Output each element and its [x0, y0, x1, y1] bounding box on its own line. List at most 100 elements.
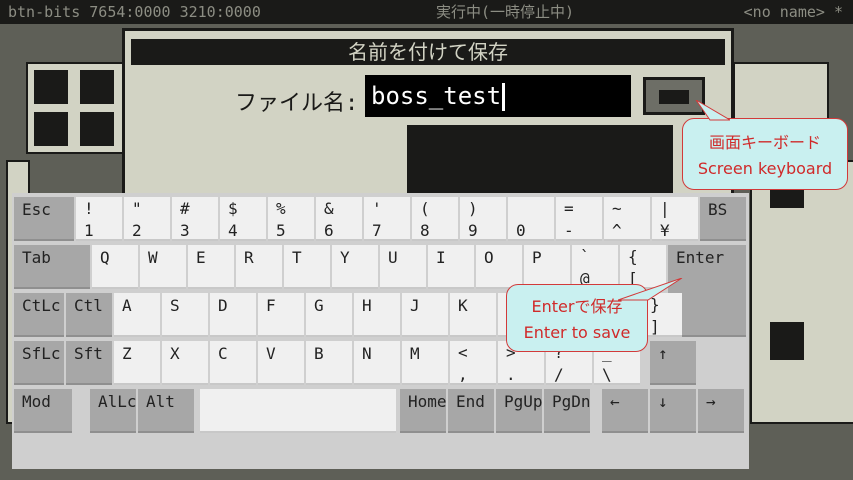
key-label: Enter — [676, 248, 725, 267]
key-pgdn[interactable]: PgDn — [544, 389, 591, 433]
key-0[interactable]: 0 — [508, 197, 554, 241]
key-label: ↑ — [658, 344, 668, 363]
save-icon[interactable] — [770, 322, 804, 360]
key-z[interactable]: Z — [114, 341, 160, 385]
key-h[interactable]: H — [354, 293, 400, 337]
key--[interactable]: ← — [602, 389, 648, 433]
key-w[interactable]: W — [140, 245, 186, 289]
key-m[interactable]: M — [402, 341, 448, 385]
key-s[interactable]: S — [162, 293, 208, 337]
key-c[interactable]: C — [210, 341, 256, 385]
key-label: C — [218, 344, 228, 363]
key-x[interactable]: X — [162, 341, 208, 385]
key-pgup[interactable]: PgUp — [496, 389, 543, 433]
key-label: Tab — [22, 248, 51, 267]
key-i[interactable]: I — [428, 245, 474, 289]
key-g[interactable]: G — [306, 293, 352, 337]
key-v[interactable]: V — [258, 341, 304, 385]
key-space[interactable] — [200, 389, 396, 433]
key-label: / — [554, 365, 564, 384]
key-tab[interactable]: Tab — [14, 245, 90, 289]
key-label: 5 — [276, 221, 286, 240]
key-b[interactable]: B — [306, 341, 352, 385]
key-shift-label: | — [660, 199, 670, 218]
key-label: X — [170, 344, 180, 363]
key-label: 6 — [324, 221, 334, 240]
list-icon[interactable] — [34, 112, 68, 146]
key--[interactable]: $4 — [220, 197, 266, 241]
key-label: SfLc — [22, 344, 61, 363]
key-shift-label: $ — [228, 199, 238, 218]
key-label: V — [266, 344, 276, 363]
key-label: → — [706, 392, 716, 411]
key--[interactable]: ) 9 — [460, 197, 506, 241]
key-label: Ctl — [74, 296, 103, 315]
key-k[interactable]: K — [450, 293, 496, 337]
key-n[interactable]: N — [354, 341, 400, 385]
key-j[interactable]: J — [402, 293, 448, 337]
key--[interactable]: " 2 — [124, 197, 170, 241]
key-ctlc[interactable]: CtLc — [14, 293, 64, 337]
key-f[interactable]: F — [258, 293, 304, 337]
key--[interactable]: % 5 — [268, 197, 314, 241]
key--[interactable]: ! 1 — [76, 197, 122, 241]
key-esc[interactable]: Esc — [14, 197, 74, 241]
key-t[interactable]: T — [284, 245, 330, 289]
key-u[interactable]: U — [380, 245, 426, 289]
key-q[interactable]: Q — [92, 245, 138, 289]
key--[interactable]: (8 — [412, 197, 458, 241]
tooltip-screen-keyboard-ja: 画面キーボード — [708, 133, 821, 152]
key--[interactable]: <, — [450, 341, 496, 385]
key-shift-label: % — [276, 199, 286, 218]
key--[interactable]: → — [698, 389, 744, 433]
key-shift-label: ' — [372, 199, 382, 218]
key-mod[interactable]: Mod — [14, 389, 72, 433]
key-label: End — [456, 392, 485, 411]
key-label: W — [148, 248, 158, 267]
key--[interactable]: = - — [556, 197, 602, 241]
key--[interactable]: ' 7 — [364, 197, 410, 241]
key--[interactable]: ~ ^ — [604, 197, 650, 241]
key-label: B — [314, 344, 324, 363]
key--[interactable]: & 6 — [316, 197, 362, 241]
key-label: Q — [100, 248, 110, 267]
key-alt[interactable]: Alt — [138, 389, 194, 433]
key-label: Mod — [22, 392, 51, 411]
key-label: Alt — [146, 392, 175, 411]
key-label: 2 — [132, 221, 142, 240]
key--[interactable]: #3 — [172, 197, 218, 241]
save-dialog: 名前を付けて保存 ファイル名: boss_test — [122, 28, 734, 208]
key-label: Sft — [74, 344, 103, 363]
key-o[interactable]: O — [476, 245, 522, 289]
key-home[interactable]: Home — [400, 389, 447, 433]
key--[interactable]: ↓ — [650, 389, 696, 433]
key-label: 7 — [372, 221, 382, 240]
key-label: - — [564, 221, 574, 240]
trash-icon[interactable] — [80, 112, 114, 146]
key-a[interactable]: A — [114, 293, 160, 337]
key-d[interactable]: D — [210, 293, 256, 337]
key-label: J — [410, 296, 420, 315]
tooltip-screen-keyboard: 画面キーボード Screen keyboard — [682, 118, 848, 190]
key-allc[interactable]: AlLc — [90, 389, 137, 433]
key-label: 4 — [228, 221, 238, 240]
filename-value: boss_test — [371, 82, 502, 110]
filename-input[interactable]: boss_test — [365, 75, 631, 117]
key-r[interactable]: R — [236, 245, 282, 289]
key-y[interactable]: Y — [332, 245, 378, 289]
key-sflc[interactable]: SfLc — [14, 341, 64, 385]
key-ctl[interactable]: Ctl — [66, 293, 112, 337]
key--[interactable]: ` @ — [572, 245, 618, 289]
key-sft[interactable]: Sft — [66, 341, 112, 385]
pause-icon[interactable] — [80, 70, 114, 104]
key-label: K — [458, 296, 468, 315]
gear-icon[interactable] — [34, 70, 68, 104]
key--[interactable]: | ¥ — [652, 197, 698, 241]
key-label: R — [244, 248, 254, 267]
key-bs[interactable]: BS — [700, 197, 746, 241]
key-p[interactable]: P — [524, 245, 570, 289]
key-shift-label: = — [564, 199, 574, 218]
key--[interactable]: ↑ — [650, 341, 696, 385]
key-e[interactable]: E — [188, 245, 234, 289]
key-end[interactable]: End — [448, 389, 494, 433]
